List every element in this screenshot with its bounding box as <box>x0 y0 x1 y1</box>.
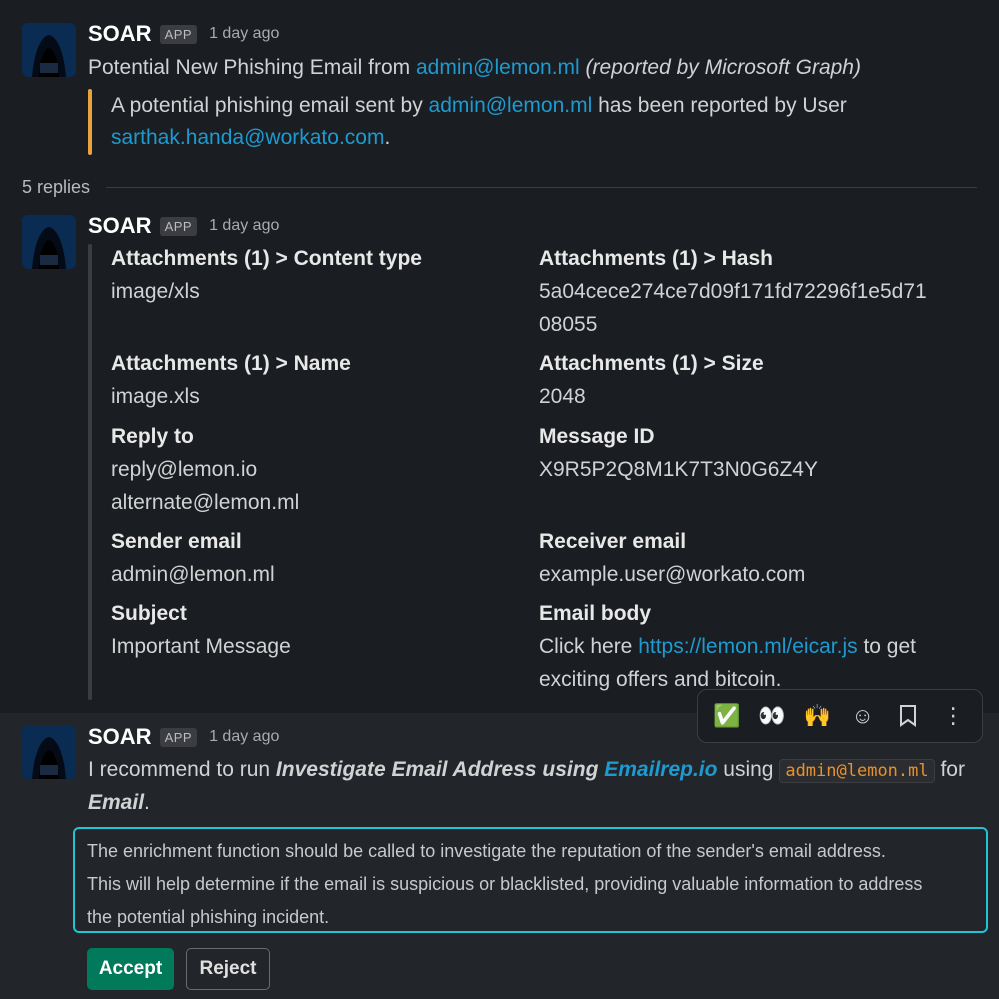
replies-divider: 5 replies <box>22 172 977 202</box>
title-text: Potential New Phishing Email from <box>88 56 416 79</box>
field-value: 08055 <box>539 313 598 336</box>
field-name: Attachments (1) > Name image.xls <box>111 348 541 413</box>
field-label: Message ID <box>539 425 655 448</box>
message-header: SOAR APP 1 day ago <box>88 723 279 751</box>
message-header: SOAR APP 1 day ago <box>88 20 279 48</box>
avatar[interactable] <box>22 23 76 77</box>
hooded-hacker-avatar-icon <box>22 23 76 77</box>
rec-text: for <box>934 758 965 781</box>
check-icon: ✅ <box>712 703 741 728</box>
sender-name[interactable]: SOAR <box>88 21 152 47</box>
field-value: 5a04cece274ce7d09f171fd72296f1e5d71 <box>539 280 927 303</box>
bookmark-icon <box>899 705 916 727</box>
quote-text: has been reported by User <box>592 94 847 117</box>
sender-email-link[interactable]: admin@lemon.ml <box>111 558 541 591</box>
timestamp[interactable]: 1 day ago <box>209 217 279 235</box>
field-value: X9R5P2Q8M1K7T3N0G6Z4Y <box>539 458 818 481</box>
field-message-id: Message ID X9R5P2Q8M1K7T3N0G6Z4Y <box>539 421 969 486</box>
body-text: to get <box>857 635 917 658</box>
save-message-button[interactable] <box>888 696 928 736</box>
replies-count[interactable]: 5 replies <box>22 177 90 198</box>
rec-text: using <box>717 758 780 781</box>
field-reply-to: Reply to reply@lemon.io alternate@lemon.… <box>111 421 541 519</box>
field-sender-email: Sender email admin@lemon.ml <box>111 526 541 591</box>
add-reaction-icon: ☺ <box>851 703 874 728</box>
sender-name[interactable]: SOAR <box>88 724 152 750</box>
accept-button[interactable]: Accept <box>87 948 174 990</box>
field-label: Attachments (1) > Content type <box>111 247 422 270</box>
message-actions-toolbar: ✅ 👀 🙌 ☺ ⋮ <box>697 689 983 743</box>
hooded-hacker-avatar-icon <box>22 215 76 269</box>
message-title: Potential New Phishing Email from admin@… <box>88 52 861 84</box>
field-label: Attachments (1) > Hash <box>539 247 773 270</box>
rec-text: . <box>144 791 150 814</box>
attachment-bar <box>88 244 92 700</box>
reasoning-line: This will help determine if the email is… <box>87 874 923 894</box>
reasoning-line: the potential phishing incident. <box>87 907 330 927</box>
raised-hands-reaction-button[interactable]: 🙌 <box>797 696 837 736</box>
body-text: Click here <box>539 635 639 658</box>
reply-to-email-link[interactable]: reply@lemon.io <box>111 453 541 486</box>
field-subject: Subject Important Message <box>111 598 541 663</box>
check-emoji-reaction-button[interactable]: ✅ <box>707 696 747 736</box>
field-label: Email body <box>539 602 652 625</box>
reasoning-line: The enrichment function should be called… <box>87 841 886 861</box>
avatar[interactable] <box>22 725 76 779</box>
divider-line <box>106 186 977 188</box>
field-label: Subject <box>111 602 187 625</box>
field-label: Attachments (1) > Name <box>111 352 351 375</box>
field-value: Click here https://lemon.ml/eicar.js to … <box>539 630 969 663</box>
raised-hands-icon: 🙌 <box>803 703 832 728</box>
more-actions-button[interactable]: ⋮ <box>933 696 973 736</box>
sender-email-link[interactable]: admin@lemon.ml <box>429 94 593 117</box>
email-code-span: admin@lemon.ml <box>779 759 935 783</box>
eyes-emoji-reaction-button[interactable]: 👀 <box>752 696 792 736</box>
sender-name[interactable]: SOAR <box>88 213 152 239</box>
message-quote: A potential phishing email sent by admin… <box>111 90 971 154</box>
field-label: Reply to <box>111 425 194 448</box>
reasoning-box: The enrichment function should be called… <box>73 827 988 933</box>
field-label: Sender email <box>111 530 242 553</box>
more-actions-icon: ⋮ <box>942 703 965 728</box>
alternate-email-link[interactable]: alternate@lemon.ml <box>111 486 541 519</box>
message-header: SOAR APP 1 day ago <box>88 212 279 240</box>
field-value: image.xls <box>111 385 200 408</box>
eyes-icon: 👀 <box>758 703 786 728</box>
field-label: Receiver email <box>539 530 687 553</box>
action-name: Investigate Email Address using <box>275 758 605 781</box>
quote-bar <box>88 89 92 155</box>
receiver-email-link[interactable]: example.user@workato.com <box>539 558 969 591</box>
quote-text: A potential phishing email sent by <box>111 94 429 117</box>
app-badge: APP <box>159 24 198 44</box>
avatar[interactable] <box>22 215 76 269</box>
field-content-type: Attachments (1) > Content type image/xls <box>111 243 541 308</box>
field-value: image/xls <box>111 280 200 303</box>
malicious-url-link[interactable]: https://lemon.ml/eicar.js <box>638 635 857 658</box>
rec-text: I recommend to run <box>88 758 276 781</box>
hooded-hacker-avatar-icon <box>22 725 76 779</box>
field-size: Attachments (1) > Size 2048 <box>539 348 969 413</box>
timestamp[interactable]: 1 day ago <box>209 728 279 746</box>
field-value: Important Message <box>111 635 291 658</box>
field-label: Attachments (1) > Size <box>539 352 764 375</box>
app-badge: APP <box>159 216 198 236</box>
reporter-email-link[interactable]: sarthak.handa@workato.com <box>111 126 384 149</box>
field-hash: Attachments (1) > Hash 5a04cece274ce7d09… <box>539 243 969 341</box>
sender-email-link[interactable]: admin@lemon.ml <box>416 56 580 79</box>
quote-text: . <box>384 126 391 149</box>
emailrep-link[interactable]: Emailrep.io <box>604 758 717 781</box>
field-value: 2048 <box>539 385 586 408</box>
title-source: (reported by Microsoft Graph) <box>585 56 861 79</box>
target-name: Email <box>88 791 145 814</box>
app-badge: APP <box>159 727 198 747</box>
recommendation-text: I recommend to run Investigate Email Add… <box>88 754 968 819</box>
field-email-body: Email body Click here https://lemon.ml/e… <box>539 598 969 696</box>
reject-button[interactable]: Reject <box>186 948 270 990</box>
field-receiver-email: Receiver email example.user@workato.com <box>539 526 969 591</box>
timestamp[interactable]: 1 day ago <box>209 25 279 43</box>
add-reaction-button[interactable]: ☺ <box>843 696 883 736</box>
